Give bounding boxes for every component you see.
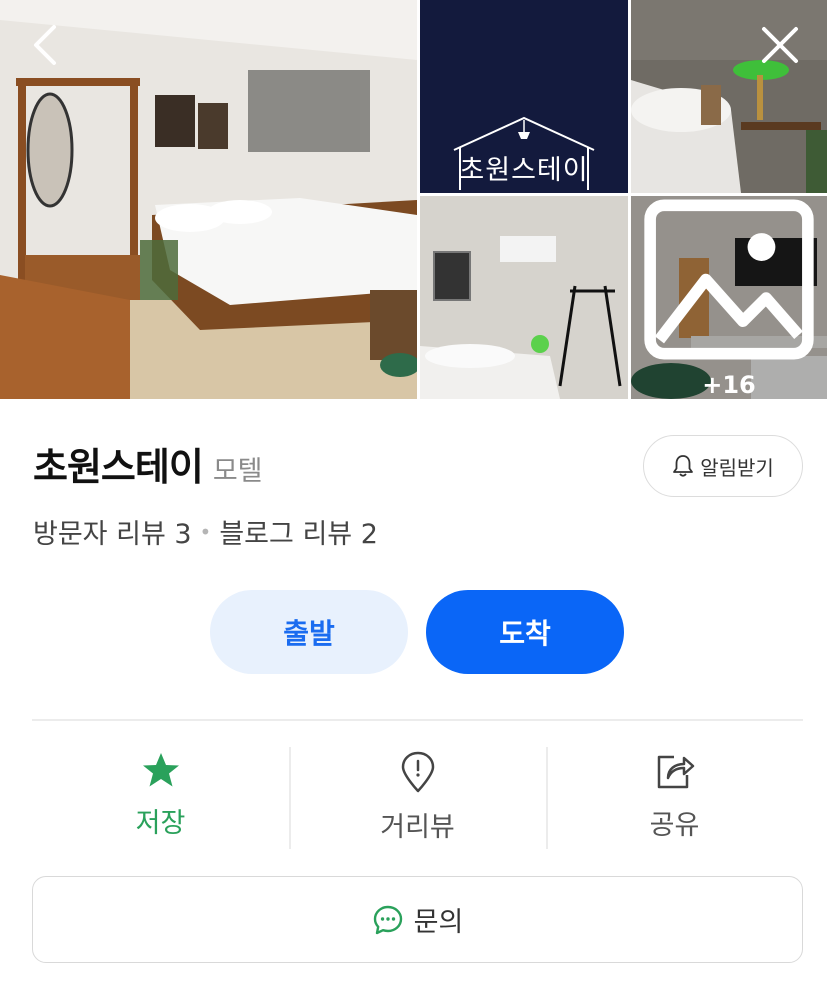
tv-photo[interactable]: +16 bbox=[631, 196, 827, 399]
location-pin-icon bbox=[401, 751, 434, 793]
visitor-reviews-link[interactable]: 방문자 리뷰 3 bbox=[33, 512, 192, 551]
photo-gallery: 초원스테이 +16 bbox=[0, 0, 827, 399]
street-view-button[interactable]: 거리뷰 bbox=[289, 745, 546, 849]
share-button[interactable]: 공유 bbox=[546, 745, 803, 849]
alarm-button[interactable]: 알림받기 bbox=[643, 435, 803, 497]
place-title-row: 초원스테이 모텔 bbox=[33, 436, 263, 491]
blog-reviews-link[interactable]: 블로그 리뷰 2 bbox=[219, 512, 378, 551]
bell-icon bbox=[673, 455, 694, 477]
more-photos-count: +16 bbox=[702, 371, 756, 399]
more-photos-overlay[interactable]: +16 bbox=[631, 196, 827, 399]
logo-text: 초원스테이 bbox=[459, 155, 589, 186]
close-icon bbox=[762, 27, 798, 63]
logo-photo[interactable]: 초원스테이 bbox=[420, 0, 628, 193]
star-icon bbox=[142, 753, 179, 787]
share-label: 공유 bbox=[649, 810, 700, 841]
room-photo[interactable] bbox=[420, 196, 628, 399]
inquiry-label: 문의 bbox=[413, 907, 464, 938]
review-summary: 방문자 리뷰 3 • 블로그 리뷰 2 bbox=[33, 512, 378, 551]
back-button[interactable] bbox=[20, 20, 70, 70]
chevron-left-icon bbox=[34, 25, 56, 65]
street-view-label: 거리뷰 bbox=[380, 812, 455, 843]
share-icon bbox=[657, 755, 694, 789]
action-bar: 저장 거리뷰 공유 bbox=[32, 745, 803, 849]
image-icon bbox=[644, 199, 814, 360]
close-button[interactable] bbox=[755, 20, 805, 70]
inquiry-button[interactable]: 문의 bbox=[32, 876, 803, 963]
chat-bubble-icon bbox=[373, 905, 402, 934]
save-button[interactable]: 저장 bbox=[32, 745, 289, 849]
arrive-button[interactable]: 도착 bbox=[426, 590, 624, 674]
save-label: 저장 bbox=[135, 808, 186, 839]
alarm-label: 알림받기 bbox=[700, 455, 774, 480]
section-divider bbox=[32, 719, 803, 721]
separator-dot: • bbox=[199, 519, 212, 544]
start-button[interactable]: 출발 bbox=[210, 590, 408, 674]
place-name: 초원스테이 bbox=[33, 445, 204, 489]
place-category: 모텔 bbox=[212, 456, 263, 487]
